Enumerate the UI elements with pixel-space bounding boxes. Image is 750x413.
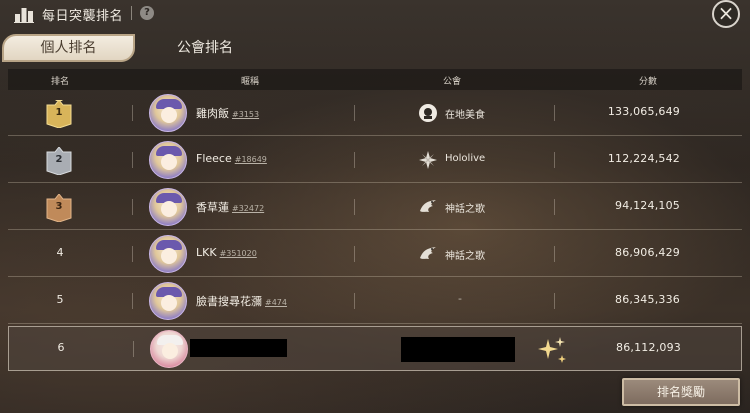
table-row[interactable]: 2 Fleece #18649 Hololive 112,224,542 [8,138,742,183]
gold-rank-badge-icon: 1 [44,100,74,128]
avatar[interactable] [149,94,187,132]
column-header-guild: 公會 [442,77,462,87]
column-header-score: 分數 [638,77,658,87]
rank-number: 4 [56,246,64,259]
avatar[interactable] [149,188,187,226]
tab-guild-ranking[interactable]: 公會排名 [160,36,250,60]
score-value: 86,345,336 [615,293,680,306]
rank-number: 6 [57,341,65,354]
tab-personal-ranking[interactable]: 個人排名 [2,34,135,62]
player-name[interactable]: 雞肉飯 #3153 [196,105,259,121]
score-value: 86,906,429 [615,246,680,259]
redacted-guild [401,337,515,362]
table-row[interactable]: 5 臉書搜尋花瀰 #474 - 86,345,336 [8,279,742,324]
bronze-rank-badge-icon: 3 [44,194,74,222]
redacted-name [190,339,287,357]
sparkle-icon [538,337,566,363]
table-row[interactable]: 3 香草蓮 #32472 神話之歌 94,124,105 [8,185,742,230]
player-name[interactable]: LKK #351020 [196,246,257,259]
score-value: 94,124,105 [615,199,680,212]
table-header: 排名 暱稱 公會 分數 [8,69,742,90]
dragon-emblem-icon [420,200,436,212]
avatar[interactable] [149,282,187,320]
guild-empty: - [458,292,462,305]
silver-rank-badge-icon: 2 [44,147,74,175]
column-header-rank: 排名 [50,77,70,87]
table-row[interactable]: 1 雞肉飯 #3153 在地美食 133,065,649 [8,91,742,136]
round-emblem-icon [419,104,437,122]
player-name[interactable]: 香草蓮 #32472 [196,199,264,215]
table-row[interactable]: 4 LKK #351020 神話之歌 86,906,429 [8,232,742,277]
score-value: 133,065,649 [607,105,680,118]
dragon-emblem-icon [420,247,436,259]
avatar[interactable] [149,235,187,273]
table-row-self[interactable]: 6 86,112,093 [8,326,742,371]
avatar[interactable] [149,141,187,179]
ranking-reward-button[interactable]: 排名獎勵 [622,378,740,406]
help-icon[interactable]: ? [140,6,154,20]
score-value: 86,112,093 [616,341,681,354]
column-header-nickname: 暱稱 [240,77,260,87]
top-bar: 每日突襲排名 ? × [0,0,750,28]
ranking-podium-icon [14,8,34,23]
score-value: 112,224,542 [607,152,680,165]
avatar[interactable] [150,330,188,368]
close-button[interactable]: × [712,0,740,28]
star-emblem-icon [419,151,437,169]
title-divider [131,6,132,20]
rank-number: 5 [56,293,64,306]
page-title: 每日突襲排名 [42,9,124,24]
player-name[interactable]: Fleece #18649 [196,152,267,165]
player-name[interactable]: 臉書搜尋花瀰 #474 [196,293,287,309]
close-icon: × [717,1,735,25]
